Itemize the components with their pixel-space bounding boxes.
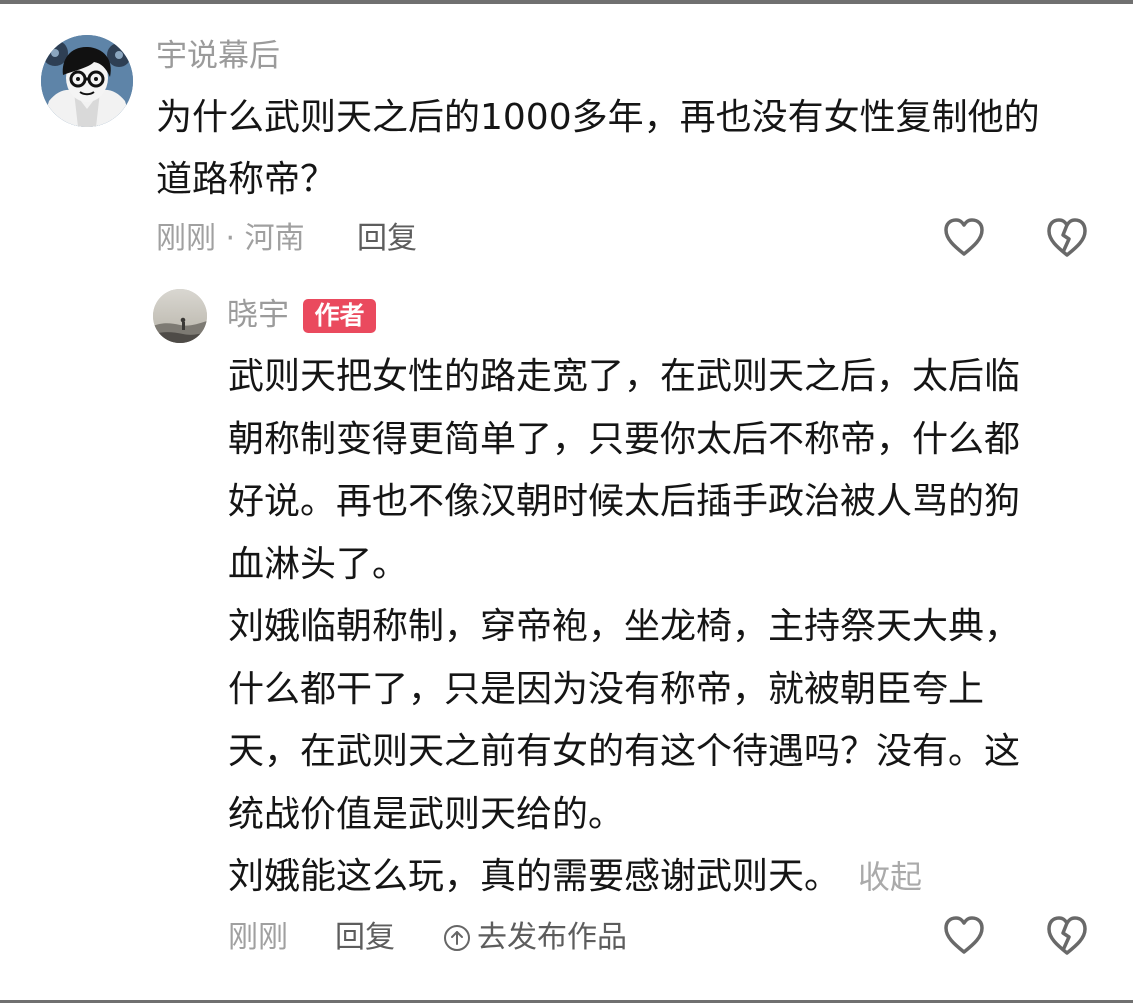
publish-work-button[interactable]: 去发布作品 (443, 920, 627, 956)
comment-line: 为什么武则天之后的1000多年，再也没有女性复制他的 (156, 97, 1040, 138)
reply-line: 朝称制变得更简单了，只要你太后不称帝，什么都 (228, 418, 1021, 460)
reply-line: 武则天把女性的路走宽了，在武则天之后，太后临 (228, 356, 1021, 397)
reply-commenter-avatar[interactable] (153, 289, 207, 343)
photo-avatar-icon (153, 289, 207, 343)
collapse-button[interactable]: 收起 (858, 858, 922, 896)
reply-last-line: 刘娥能这么玩，真的需要感谢武则天。 收起 (228, 846, 1068, 909)
cartoon-avatar-icon (41, 35, 133, 127)
reply-line: 刘娥临朝称制，穿帝袍，坐龙椅，主持祭天大典， (228, 606, 1021, 647)
comment-line: 道路称帝？ (156, 159, 337, 200)
reply-line: 天，在武则天之前有女的有这个待遇吗？没有。这 (228, 731, 1021, 772)
reply-line: 血淋头了。 (228, 543, 409, 585)
broken-heart-icon[interactable] (1045, 216, 1089, 260)
reply-line: 什么都干了，只是因为没有称帝，就被朝臣夸上 (228, 668, 985, 710)
reply-line: 好说。再也不像汉朝时候太后插手政治被人骂的狗 (228, 481, 1021, 522)
top-border (0, 0, 1133, 4)
reply-meta: 刚刚 (228, 920, 288, 955)
broken-heart-icon[interactable] (1045, 914, 1089, 958)
heart-icon[interactable] (942, 914, 986, 958)
reply-reply-button[interactable]: 回复 (335, 920, 395, 956)
author-badge: 作者 (303, 299, 376, 333)
publish-label: 去发布作品 (477, 920, 627, 955)
reply-commenter-name[interactable]: 晓宇 (227, 297, 289, 333)
reply-line: 统战价值是武则天给的。 (228, 793, 625, 835)
main-comment-reply-button[interactable]: 回复 (357, 221, 417, 257)
main-commenter-avatar[interactable] (41, 35, 133, 127)
upload-icon (443, 924, 471, 952)
main-comment-meta: 刚刚 · 河南 (156, 221, 305, 256)
reply-text: 武则天把女性的路走宽了，在武则天之后，太后临 朝称制变得更简单了，只要你太后不称… (228, 346, 1068, 909)
heart-icon[interactable] (942, 216, 986, 260)
main-commenter-name[interactable]: 宇说幕后 (156, 38, 280, 74)
reply-line: 刘娥能这么玩，真的需要感谢武则天。 (228, 856, 841, 897)
main-comment-text: 为什么武则天之后的1000多年，再也没有女性复制他的 道路称帝？ (156, 87, 1116, 211)
